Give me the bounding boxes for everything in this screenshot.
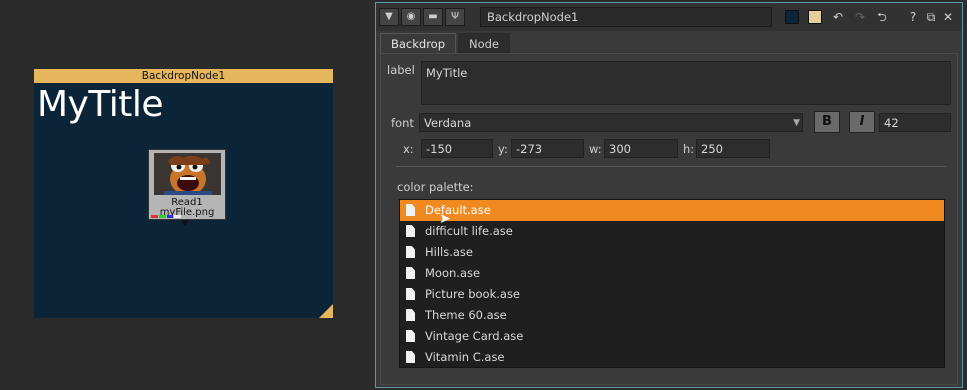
channel-indicator: [151, 215, 181, 218]
italic-button[interactable]: I: [849, 111, 875, 133]
y-field[interactable]: -273: [511, 139, 584, 158]
read-node[interactable]: Read1 myFile.png: [148, 149, 226, 220]
palette-item-default[interactable]: Default.ase: [400, 200, 944, 221]
palette-item-label: Vitamin C.ase: [425, 350, 505, 364]
color-palette-label: color palette:: [397, 180, 474, 194]
palette-item-vintage-card[interactable]: Vintage Card.ase: [400, 326, 944, 347]
palette-item-difficult-life[interactable]: difficult life.ase: [400, 221, 944, 242]
w-field[interactable]: 300: [604, 139, 678, 158]
palette-item-label: Vintage Card.ase: [425, 329, 524, 343]
label-field-label: label: [387, 63, 415, 77]
h-label: h:: [683, 142, 695, 156]
font-dropdown[interactable]: Verdana ▼: [419, 113, 803, 132]
undo-icon[interactable]: ↶: [828, 8, 848, 26]
palette-item-label: Default.ase: [425, 203, 491, 217]
tab-node[interactable]: Node: [458, 33, 510, 53]
palette-item-theme-60[interactable]: Theme 60.ase: [400, 305, 944, 326]
file-icon: [406, 267, 415, 279]
file-icon: [406, 225, 415, 237]
palette-item-picture-book[interactable]: Picture book.ase: [400, 284, 944, 305]
file-icon: [406, 351, 415, 363]
palette-item-label: Hills.ase: [425, 245, 473, 259]
file-icon: [406, 330, 415, 342]
y-label: y:: [498, 142, 508, 156]
file-icon: [406, 309, 415, 321]
tile-color-icon[interactable]: [808, 10, 822, 24]
gizmo-icon[interactable]: ▬: [423, 8, 443, 26]
output-arrow-icon[interactable]: [181, 220, 189, 226]
bold-button[interactable]: B: [814, 111, 840, 133]
backdrop-title: MyTitle: [37, 84, 164, 125]
x-label: x:: [403, 142, 414, 156]
panel-toolbar: ▼ ◉ ▬ Ψ BackdropNode1 ↶ ↷ ⮌ ? ⧉ ✕: [376, 3, 962, 31]
file-icon: [406, 288, 415, 300]
chevron-down-icon: ▼: [793, 118, 800, 128]
x-field[interactable]: -150: [421, 139, 493, 158]
color-swatch-icon[interactable]: [785, 10, 799, 24]
mouse-cursor-icon: ➤: [439, 211, 451, 227]
collapse-triangle-icon[interactable]: ▼: [379, 8, 399, 26]
palette-item-moon[interactable]: Moon.ase: [400, 263, 944, 284]
redo-icon[interactable]: ↷: [850, 8, 870, 26]
font-field-label: font: [391, 116, 414, 130]
palette-item-vitamin-c[interactable]: Vitamin C.ase: [400, 347, 944, 368]
backdrop-resize-handle[interactable]: [319, 304, 333, 318]
w-label: w:: [589, 142, 602, 156]
tab-backdrop[interactable]: Backdrop: [380, 33, 456, 53]
backdrop-node[interactable]: BackdropNode1 MyTitle Read1 myFile.png: [34, 69, 333, 318]
viewer-icon[interactable]: ◉: [401, 8, 421, 26]
properties-panel: ▼ ◉ ▬ Ψ BackdropNode1 ↶ ↷ ⮌ ? ⧉ ✕ Backdr…: [375, 2, 963, 388]
wrench-icon[interactable]: Ψ: [445, 8, 465, 26]
font-value: Verdana: [424, 116, 472, 130]
node-graph[interactable]: BackdropNode1 MyTitle Read1 myFile.png: [0, 0, 368, 390]
file-icon: [406, 204, 415, 216]
divider: [396, 166, 946, 167]
node-name-field[interactable]: BackdropNode1: [480, 7, 772, 27]
palette-item-label: Theme 60.ase: [425, 308, 507, 322]
palette-item-label: Picture book.ase: [425, 287, 521, 301]
help-icon[interactable]: ?: [903, 8, 923, 26]
backdrop-node-name[interactable]: BackdropNode1: [34, 69, 333, 83]
label-textarea[interactable]: MyTitle: [421, 61, 951, 105]
close-icon[interactable]: ✕: [938, 8, 958, 26]
file-icon: [406, 246, 415, 258]
palette-item-hills[interactable]: Hills.ase: [400, 242, 944, 263]
color-palette-list[interactable]: Default.ase difficult life.ase Hills.ase…: [399, 199, 945, 368]
read-thumbnail: [154, 153, 221, 195]
revert-icon[interactable]: ⮌: [872, 8, 892, 26]
font-size-field[interactable]: 42: [879, 113, 951, 132]
palette-item-label: Moon.ase: [425, 266, 481, 280]
h-field[interactable]: 250: [696, 139, 770, 158]
